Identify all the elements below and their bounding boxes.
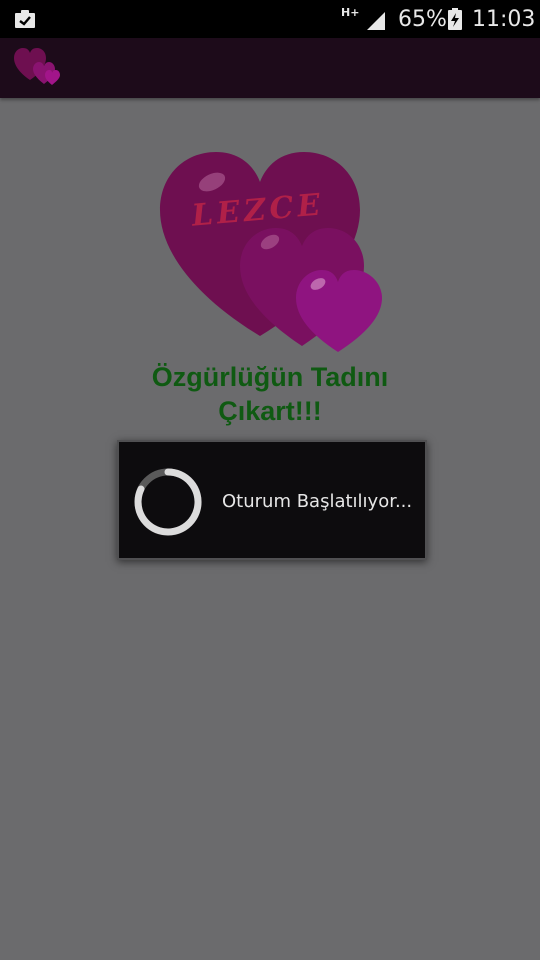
- battery-percent: 65%: [398, 7, 447, 32]
- tagline-line-1: Özgürlüğün Tadını: [151, 362, 389, 392]
- battery-charging-icon: [448, 8, 462, 30]
- network-type-label: H+: [341, 6, 360, 19]
- loading-spinner-icon: [134, 468, 202, 536]
- signal-bars-icon: [367, 12, 385, 30]
- progress-message: Oturum Başlatılıyor...: [222, 491, 413, 512]
- progress-dialog: Oturum Başlatılıyor...: [117, 440, 427, 560]
- app-bar: [0, 38, 540, 98]
- tagline-line-2: Çıkart!!!: [218, 396, 322, 426]
- hearts-app-icon[interactable]: [14, 46, 62, 86]
- lezce-hearts-logo: LEZCE: [160, 152, 382, 352]
- status-clock: 11:03: [472, 7, 536, 32]
- clipboard-check-icon: [15, 10, 35, 28]
- tagline: Özgürlüğün Tadını Çıkart!!!: [100, 360, 440, 428]
- status-bar: H+ 65% 11:03: [0, 0, 540, 38]
